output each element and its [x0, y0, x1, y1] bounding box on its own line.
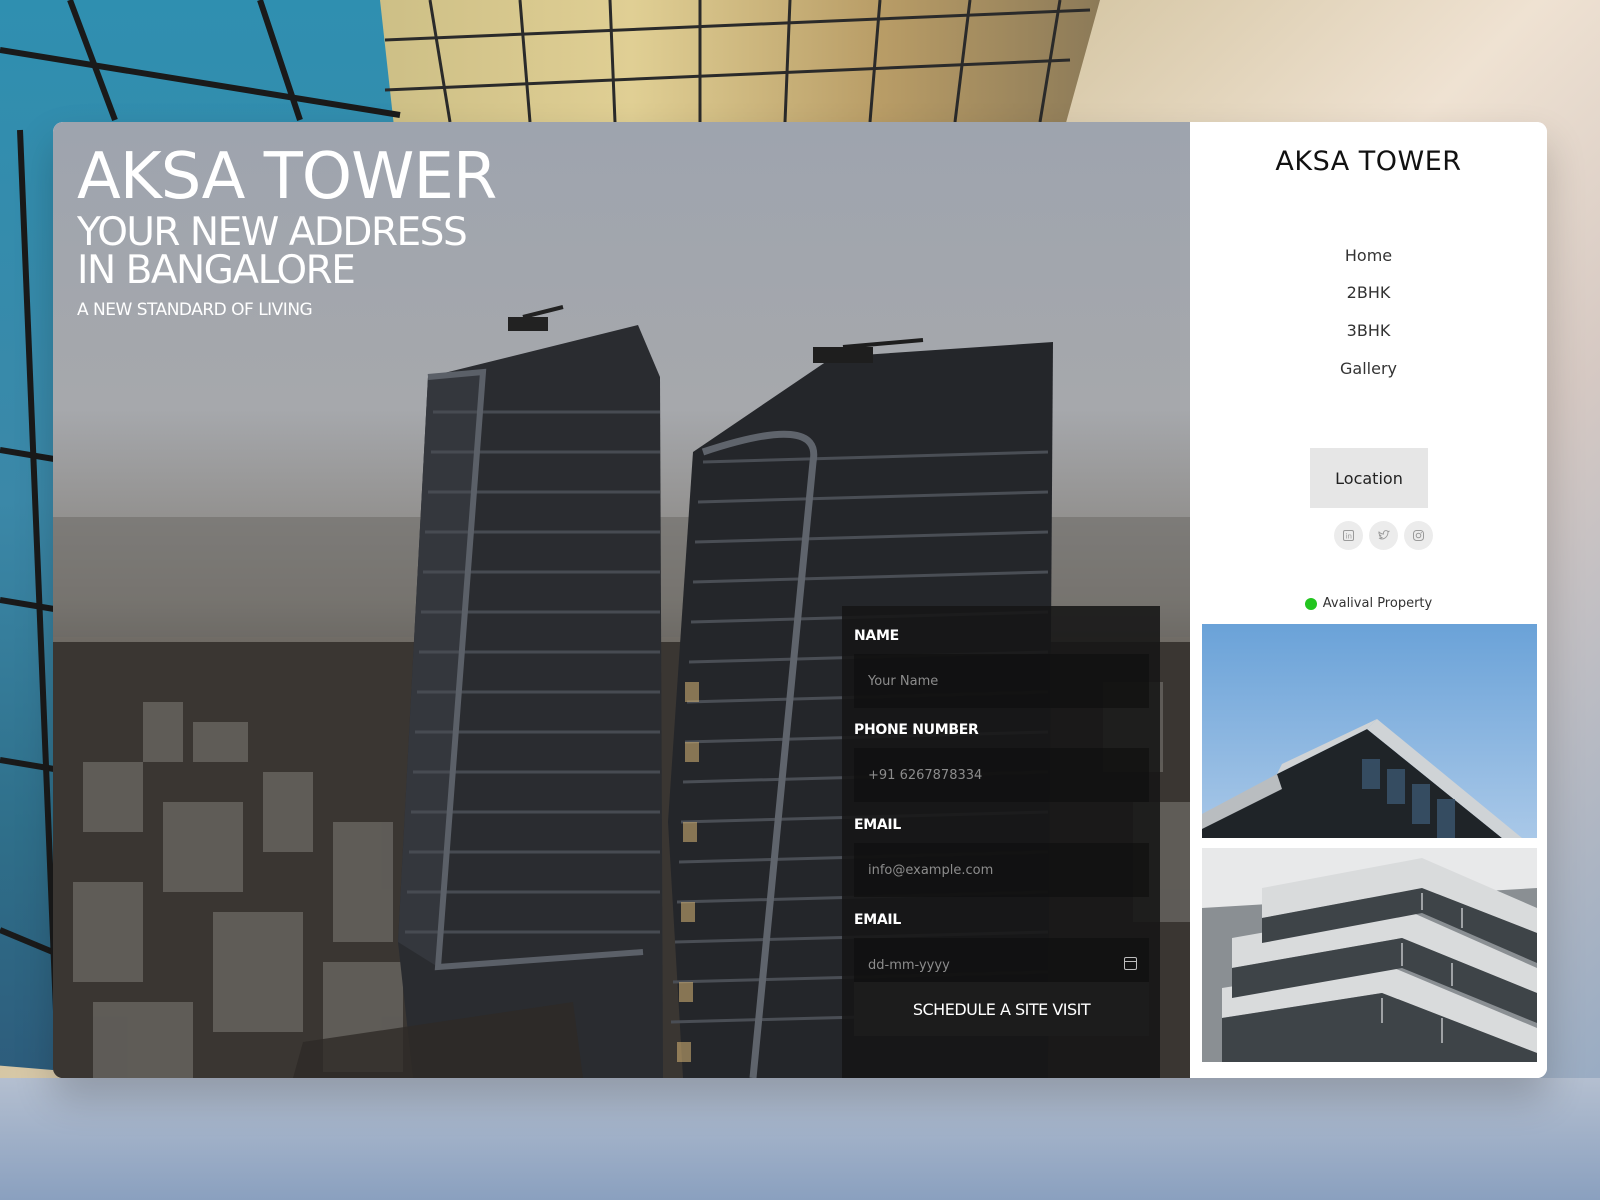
background-sky	[0, 1078, 1600, 1200]
phone-input[interactable]: +91 6267878334	[854, 748, 1149, 802]
nav-item-gallery[interactable]: Gallery	[1190, 359, 1547, 378]
brand-logo[interactable]: AKSA TOWER	[1190, 146, 1547, 177]
sidebar: AKSA TOWER Home 2BHK 3BHK Gallery Locati…	[1190, 122, 1547, 1078]
availability-status: Avalival Property	[1190, 596, 1547, 611]
phone-input-placeholder: +91 6267878334	[868, 767, 983, 783]
date-input-placeholder: dd-mm-yyyy	[868, 957, 950, 973]
linkedin-icon[interactable]: in	[1334, 521, 1363, 550]
email-label: EMAIL	[854, 817, 901, 833]
instagram-icon[interactable]	[1404, 521, 1433, 550]
hero-subtitle: YOUR NEW ADDRESS IN BANGALORE	[77, 210, 557, 293]
main-card: AKSA TOWER YOUR NEW ADDRESS IN BANGALORE…	[53, 122, 1547, 1078]
email-input-placeholder: info@example.com	[868, 862, 994, 878]
gallery-thumbnail-2[interactable]	[1202, 848, 1537, 1062]
status-dot-icon	[1304, 597, 1317, 610]
location-button[interactable]: Location	[1310, 448, 1428, 508]
schedule-site-visit-button[interactable]: SCHEDULE A SITE VISIT	[854, 982, 1149, 1036]
hero-title: AKSA TOWER	[77, 140, 497, 214]
site-visit-form: NAME Your Name PHONE NUMBER +91 62678783…	[842, 606, 1160, 1078]
phone-label: PHONE NUMBER	[854, 722, 979, 738]
hero-subtitle-line-1: YOUR NEW ADDRESS	[77, 210, 468, 255]
name-label: NAME	[854, 628, 899, 644]
calendar-icon[interactable]	[1124, 957, 1137, 970]
twitter-icon[interactable]	[1369, 521, 1398, 550]
name-input[interactable]: Your Name	[854, 654, 1149, 708]
nav-item-3bhk[interactable]: 3BHK	[1190, 321, 1547, 340]
gallery-thumbnail-1[interactable]	[1202, 624, 1537, 838]
status-label: Avalival Property	[1322, 596, 1433, 611]
nav-item-2bhk[interactable]: 2BHK	[1190, 283, 1547, 302]
nav-item-home[interactable]: Home	[1190, 246, 1547, 265]
name-input-placeholder: Your Name	[868, 673, 939, 689]
hero-subtitle-line-2: IN BANGALORE	[77, 248, 356, 293]
email-input[interactable]: info@example.com	[854, 843, 1149, 897]
svg-text:in: in	[1346, 533, 1352, 541]
hero-section: AKSA TOWER YOUR NEW ADDRESS IN BANGALORE…	[53, 122, 1190, 1078]
date-label: EMAIL	[854, 912, 901, 928]
hero-tagline: A NEW STANDARD OF LIVING	[77, 300, 313, 320]
